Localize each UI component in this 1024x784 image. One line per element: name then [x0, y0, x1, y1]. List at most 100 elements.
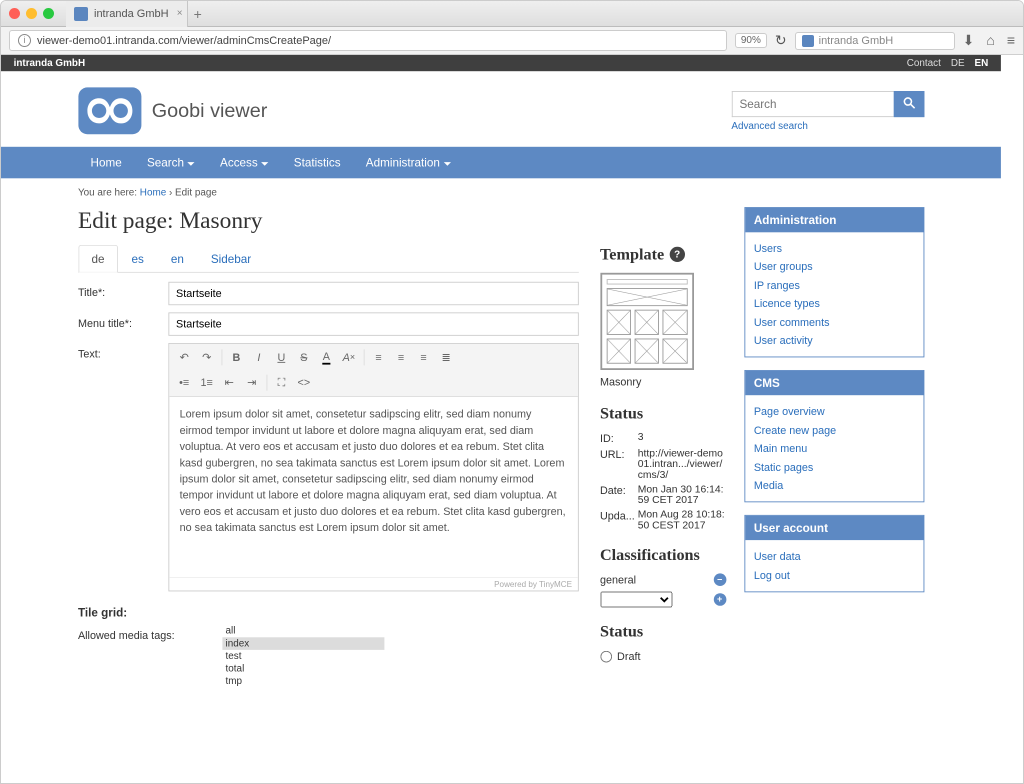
- nav-access[interactable]: Access: [207, 147, 281, 179]
- cms-link-main-menu[interactable]: Main menu: [754, 439, 914, 457]
- traffic-light-zoom[interactable]: [43, 8, 54, 19]
- browser-tab[interactable]: intranda GmbH ×: [66, 1, 188, 27]
- help-icon[interactable]: ?: [670, 247, 685, 262]
- media-tag-item[interactable]: index: [222, 637, 384, 650]
- italic-icon[interactable]: I: [249, 348, 269, 368]
- breadcrumb-home[interactable]: Home: [140, 187, 166, 198]
- zoom-level[interactable]: 90%: [735, 33, 767, 48]
- template-heading: Template ?: [600, 245, 726, 264]
- cms-link-media[interactable]: Media: [754, 476, 914, 494]
- breadcrumb: You are here: Home › Edit page: [78, 178, 924, 207]
- align-justify-icon[interactable]: ≣: [436, 348, 456, 368]
- admin-link-licence-types[interactable]: Licence types: [754, 295, 914, 313]
- editor-toolbar: ↶ ↷ B I U S A: [169, 344, 578, 397]
- account-link-log-out[interactable]: Log out: [754, 566, 914, 584]
- logo-text: Goobi viewer: [152, 99, 268, 122]
- nav-search[interactable]: Search: [134, 147, 207, 179]
- media-tag-item[interactable]: total: [222, 663, 384, 676]
- meta-brand: intranda GmbH: [14, 58, 86, 69]
- number-list-icon[interactable]: 1≡: [197, 373, 217, 393]
- status-updated-value: Mon Aug 28 10:18:50 CEST 2017: [638, 510, 726, 532]
- admin-link-ip-ranges[interactable]: IP ranges: [754, 276, 914, 294]
- tab-de[interactable]: de: [78, 245, 118, 273]
- title-input[interactable]: [168, 282, 578, 305]
- clearformat-icon[interactable]: A×: [339, 348, 359, 368]
- media-tags-list[interactable]: all index test total tmp: [222, 625, 384, 688]
- url-text: viewer-demo01.intranda.com/viewer/adminC…: [37, 35, 331, 47]
- url-field[interactable]: i viewer-demo01.intranda.com/viewer/admi…: [9, 30, 727, 51]
- fullscreen-icon[interactable]: ⛶: [271, 373, 291, 393]
- nav-statistics[interactable]: Statistics: [281, 147, 353, 179]
- strike-icon[interactable]: S: [294, 348, 314, 368]
- account-link-user-data[interactable]: User data: [754, 548, 914, 566]
- browser-search-field[interactable]: intranda GmbH: [795, 32, 955, 50]
- underline-icon[interactable]: U: [271, 348, 291, 368]
- logo[interactable]: Goobi viewer: [78, 87, 267, 134]
- classification-select[interactable]: [600, 591, 672, 607]
- breadcrumb-current: Edit page: [175, 187, 217, 198]
- admin-link-user-activity[interactable]: User activity: [754, 331, 914, 349]
- status-updated-label: Upda...: [600, 510, 638, 532]
- align-left-icon[interactable]: ≡: [369, 348, 389, 368]
- main-nav: Home Search Access Statistics Administra…: [1, 147, 1001, 179]
- download-icon[interactable]: ⬇: [963, 32, 975, 49]
- lang-de[interactable]: DE: [951, 58, 965, 69]
- cms-link-page-overview[interactable]: Page overview: [754, 403, 914, 421]
- media-tag-item[interactable]: tmp: [222, 675, 384, 688]
- status-url-label: URL:: [600, 448, 638, 480]
- new-tab-button[interactable]: +: [194, 6, 202, 22]
- admin-link-users[interactable]: Users: [754, 240, 914, 258]
- tab-close-icon[interactable]: ×: [177, 8, 183, 19]
- bullet-list-icon[interactable]: •≡: [174, 373, 194, 393]
- search-button[interactable]: [893, 91, 924, 117]
- indent-icon[interactable]: ⇥: [242, 373, 262, 393]
- status2-heading: Status: [600, 622, 726, 641]
- menu-icon[interactable]: ≡: [1007, 32, 1015, 49]
- template-thumbnail[interactable]: [600, 273, 694, 370]
- redo-icon[interactable]: ↷: [197, 348, 217, 368]
- traffic-light-minimize[interactable]: [26, 8, 37, 19]
- status-id-label: ID:: [600, 432, 638, 445]
- tab-sidebar[interactable]: Sidebar: [197, 245, 264, 273]
- media-tag-item[interactable]: test: [222, 650, 384, 663]
- status-draft-radio[interactable]: [600, 650, 612, 662]
- align-right-icon[interactable]: ≡: [414, 348, 434, 368]
- admin-link-user-comments[interactable]: User comments: [754, 313, 914, 331]
- remove-classification-icon[interactable]: −: [713, 573, 726, 586]
- status-url-value: http://viewer-demo01.intran.../viewer/cm…: [638, 448, 726, 480]
- editor-body[interactable]: Lorem ipsum dolor sit amet, consetetur s…: [169, 397, 578, 577]
- advanced-search-link[interactable]: Advanced search: [731, 120, 924, 131]
- bold-icon[interactable]: B: [226, 348, 246, 368]
- media-tag-item[interactable]: all: [222, 625, 384, 638]
- search-icon: [902, 96, 915, 109]
- status-id-value: 3: [638, 432, 726, 445]
- lang-en[interactable]: EN: [975, 58, 989, 69]
- address-bar: i viewer-demo01.intranda.com/viewer/admi…: [1, 27, 1023, 55]
- site-info-icon[interactable]: i: [18, 34, 31, 47]
- cms-panel-title: CMS: [745, 371, 923, 395]
- tile-grid-heading: Tile grid:: [78, 606, 578, 620]
- nav-administration[interactable]: Administration: [353, 147, 463, 179]
- align-center-icon[interactable]: ≡: [391, 348, 411, 368]
- home-icon[interactable]: ⌂: [986, 32, 994, 49]
- code-icon[interactable]: <>: [294, 373, 314, 393]
- textcolor-icon[interactable]: A: [316, 348, 336, 368]
- menu-title-input[interactable]: [168, 312, 578, 335]
- meta-bar: intranda GmbH Contact DE EN: [1, 55, 1001, 71]
- tab-es[interactable]: es: [118, 245, 157, 273]
- favicon: [74, 7, 88, 21]
- search-favicon: [802, 35, 814, 47]
- search-input[interactable]: [731, 91, 893, 117]
- menu-title-label: Menu title*:: [78, 312, 168, 329]
- reload-icon[interactable]: ↻: [775, 32, 787, 49]
- outdent-icon[interactable]: ⇤: [219, 373, 239, 393]
- admin-link-user-groups[interactable]: User groups: [754, 258, 914, 276]
- cms-link-create-page[interactable]: Create new page: [754, 421, 914, 439]
- tab-en[interactable]: en: [157, 245, 197, 273]
- cms-link-static-pages[interactable]: Static pages: [754, 458, 914, 476]
- nav-home[interactable]: Home: [78, 147, 134, 179]
- undo-icon[interactable]: ↶: [174, 348, 194, 368]
- contact-link[interactable]: Contact: [907, 58, 941, 69]
- add-classification-icon[interactable]: +: [713, 593, 726, 606]
- traffic-light-close[interactable]: [9, 8, 20, 19]
